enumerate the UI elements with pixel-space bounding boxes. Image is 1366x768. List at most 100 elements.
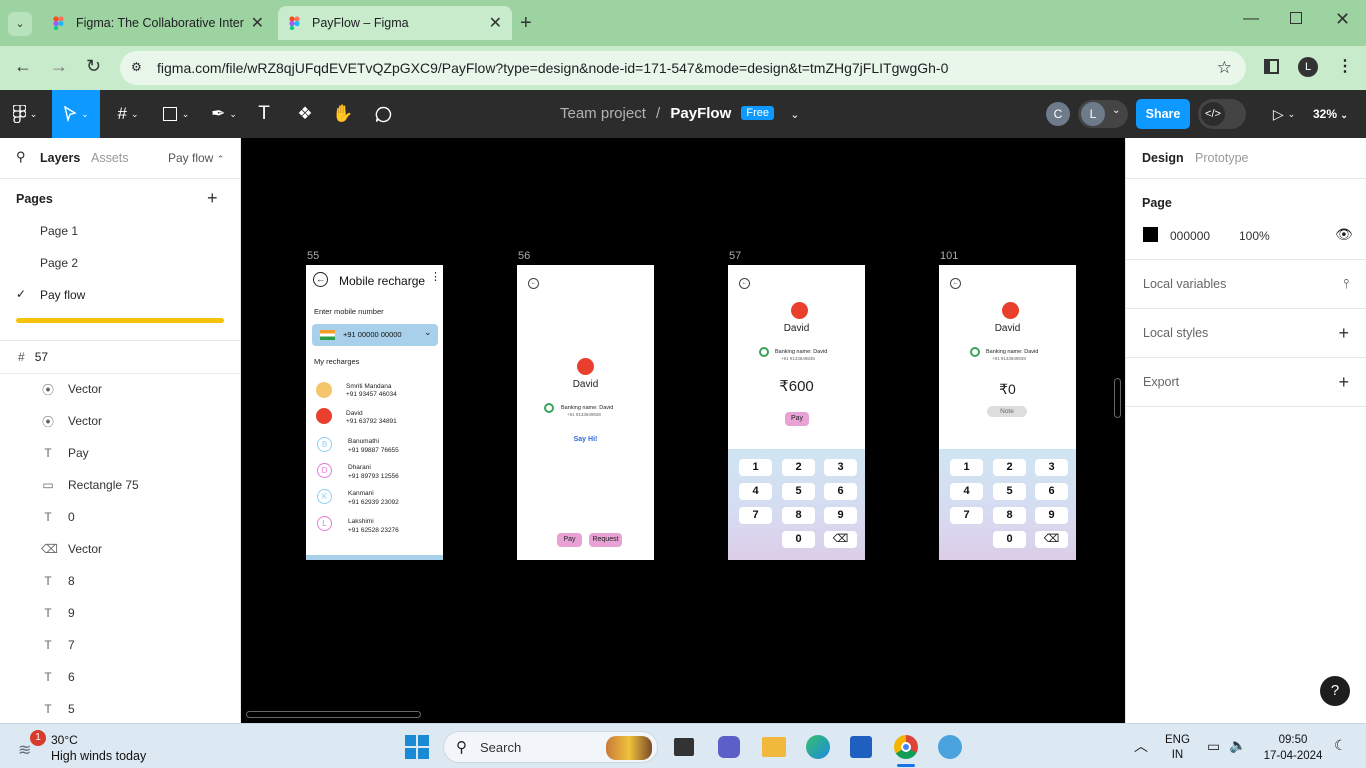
close-tab-icon[interactable]: ✕ bbox=[489, 13, 502, 33]
layer-row[interactable]: ⌫ Vector bbox=[0, 533, 240, 565]
start-windows-icon[interactable] bbox=[405, 735, 429, 759]
page-bg-hex[interactable]: 000000 bbox=[1170, 229, 1210, 243]
components-tool-icon[interactable]: ❖ bbox=[292, 90, 318, 138]
zoom-level[interactable]: 32% ⌄ bbox=[1313, 107, 1348, 121]
page-bg-swatch[interactable] bbox=[1143, 227, 1158, 242]
text-tool-icon[interactable]: T bbox=[252, 90, 276, 138]
layer-row[interactable]: ⦿ Vector bbox=[0, 405, 240, 437]
layer-row[interactable]: T6 bbox=[0, 661, 240, 693]
frame-tool-icon[interactable]: # ⌄ bbox=[108, 90, 148, 138]
browser-menu-icon[interactable]: ⋮ bbox=[1337, 56, 1353, 76]
profile-avatar[interactable]: L bbox=[1298, 57, 1318, 77]
layer-row[interactable]: T9 bbox=[0, 597, 240, 629]
layer-row[interactable]: T8 bbox=[0, 565, 240, 597]
layer-row[interactable]: ⦿ Vector bbox=[0, 373, 240, 405]
figma-main-menu-icon[interactable]: ⌄ bbox=[6, 90, 44, 138]
add-style-icon[interactable]: + bbox=[1338, 323, 1349, 344]
reload-icon[interactable]: ↻ bbox=[86, 56, 101, 77]
collaborator-avatar-c[interactable]: C bbox=[1046, 102, 1070, 126]
microsoft-store-icon[interactable] bbox=[850, 736, 872, 758]
frame-contact[interactable]: ← David Banking name: David +91 91338498… bbox=[517, 265, 654, 560]
url-field[interactable]: ⚙ figma.com/file/wRZ8qjUFqdEVETvQZpGXC9/… bbox=[120, 51, 1246, 85]
layer-row[interactable]: T7 bbox=[0, 629, 240, 661]
taskbar-search-box[interactable]: ⚲ Search bbox=[443, 731, 658, 763]
variables-settings-icon[interactable]: ⫯ bbox=[1343, 276, 1349, 292]
restore-button[interactable] bbox=[1290, 12, 1302, 24]
layer-row[interactable]: ▭ Rectangle 75 bbox=[0, 469, 240, 501]
page-dropdown[interactable]: Pay flow ⌃ bbox=[168, 151, 224, 165]
layer-row[interactable]: T Pay bbox=[0, 437, 240, 469]
share-button[interactable]: Share bbox=[1136, 99, 1190, 129]
vertical-scrollbar[interactable] bbox=[1114, 378, 1121, 418]
edge-browser-icon[interactable] bbox=[806, 735, 830, 759]
clock-date: 17-04-2024 bbox=[1263, 750, 1323, 762]
pages-resize-divider[interactable] bbox=[16, 318, 224, 323]
network-icon[interactable]: ▭ bbox=[1207, 738, 1220, 755]
design-canvas[interactable]: 55 ← Mobile recharge ⋮ Enter mobile numb… bbox=[241, 138, 1125, 723]
frame-label[interactable]: 101 bbox=[940, 250, 958, 262]
page-item-pay-flow[interactable]: Pay flow bbox=[40, 288, 85, 302]
help-button[interactable]: ? bbox=[1320, 676, 1350, 706]
page-item-page-2[interactable]: Page 2 bbox=[40, 256, 78, 270]
text-icon: T bbox=[44, 638, 52, 652]
export-section[interactable]: Export + bbox=[1126, 358, 1366, 407]
page-item-page-1[interactable]: Page 1 bbox=[40, 224, 78, 238]
hand-tool-icon[interactable]: ✋ bbox=[330, 90, 356, 138]
layer-frame-57[interactable]: # 57 bbox=[0, 341, 240, 373]
local-variables-section[interactable]: Local variables ⫯ bbox=[1126, 260, 1366, 309]
clock[interactable]: 09:50 17-04-2024 bbox=[1260, 732, 1326, 764]
present-play-icon[interactable]: ▷ ⌄ bbox=[1266, 90, 1302, 138]
frame-label[interactable]: 57 bbox=[729, 250, 741, 262]
close-tab-icon[interactable]: ✕ bbox=[251, 13, 264, 33]
frame-label[interactable]: 56 bbox=[518, 250, 530, 262]
frame-pay-amount[interactable]: ← David Banking name: David +91 91338498… bbox=[728, 265, 865, 560]
sidebar-icon[interactable] bbox=[1264, 59, 1279, 74]
collaborator-avatar-l[interactable]: L ⌄ bbox=[1078, 100, 1128, 128]
file-name[interactable]: PayFlow bbox=[670, 105, 731, 122]
frame-label[interactable]: 55 bbox=[307, 250, 319, 262]
layer-row[interactable]: T5 bbox=[0, 693, 240, 725]
tab-layers[interactable]: Layers bbox=[40, 151, 80, 165]
shape-tool-icon[interactable]: ⌄ bbox=[156, 90, 196, 138]
tab-assets[interactable]: Assets bbox=[91, 151, 129, 165]
frame-mobile-recharge[interactable]: ← Mobile recharge ⋮ Enter mobile number … bbox=[306, 265, 443, 560]
chrome-icon[interactable] bbox=[894, 735, 918, 759]
weather-widget[interactable]: ≋ 1 30°C High winds today bbox=[18, 730, 178, 764]
tab-design[interactable]: Design bbox=[1142, 151, 1184, 165]
paint-app-icon[interactable] bbox=[938, 735, 962, 759]
minimize-button[interactable]: — bbox=[1243, 10, 1259, 28]
local-styles-section[interactable]: Local styles + bbox=[1126, 309, 1366, 358]
horizontal-scrollbar[interactable] bbox=[246, 711, 421, 718]
browser-tab-figma-home[interactable]: Figma: The Collaborative Inter ✕ bbox=[42, 6, 274, 40]
add-page-icon[interactable]: + bbox=[207, 188, 218, 209]
recharges-title: My recharges bbox=[314, 357, 360, 366]
language-indicator[interactable]: ENG IN bbox=[1165, 733, 1190, 763]
layer-row[interactable]: T0 bbox=[0, 501, 240, 533]
show-hidden-icons[interactable]: ︿ bbox=[1134, 736, 1148, 756]
site-info-icon[interactable]: ⚙ bbox=[131, 60, 142, 74]
visibility-eye-icon[interactable]: 👁 bbox=[1335, 226, 1353, 243]
file-explorer-icon[interactable] bbox=[762, 737, 786, 757]
tab-search-button[interactable]: ⌄ bbox=[8, 12, 32, 36]
browser-tab-payflow[interactable]: PayFlow – Figma ✕ bbox=[278, 6, 512, 40]
teams-meet-icon[interactable] bbox=[718, 736, 740, 758]
add-export-icon[interactable]: + bbox=[1338, 372, 1349, 393]
new-tab-button[interactable]: + bbox=[520, 12, 532, 35]
file-menu-chevron-icon[interactable]: ⌄ bbox=[790, 109, 799, 121]
forward-arrow-icon[interactable]: → bbox=[50, 56, 68, 77]
layers-search-icon[interactable]: ⚲ bbox=[16, 149, 26, 165]
project-name[interactable]: Team project bbox=[560, 105, 646, 122]
frame-pay-empty[interactable]: ← David Banking name: David +91 91338498… bbox=[939, 265, 1076, 560]
close-window-button[interactable]: ✕ bbox=[1335, 9, 1350, 30]
volume-icon[interactable]: 🔈 bbox=[1229, 737, 1246, 754]
dev-mode-toggle[interactable]: </> bbox=[1198, 99, 1246, 129]
pen-tool-icon[interactable]: ✒ ⌄ bbox=[204, 90, 244, 138]
tab-prototype[interactable]: Prototype bbox=[1195, 151, 1249, 165]
back-arrow-icon[interactable]: ← bbox=[14, 56, 32, 77]
page-bg-opacity[interactable]: 100% bbox=[1239, 229, 1270, 243]
move-tool-icon[interactable]: ⌄ bbox=[52, 90, 100, 138]
notification-moon-icon[interactable]: ☾ bbox=[1334, 737, 1347, 754]
bookmark-star-icon[interactable]: ☆ bbox=[1217, 58, 1232, 78]
task-view-icon[interactable] bbox=[674, 738, 694, 756]
comment-tool-icon[interactable] bbox=[370, 90, 396, 138]
